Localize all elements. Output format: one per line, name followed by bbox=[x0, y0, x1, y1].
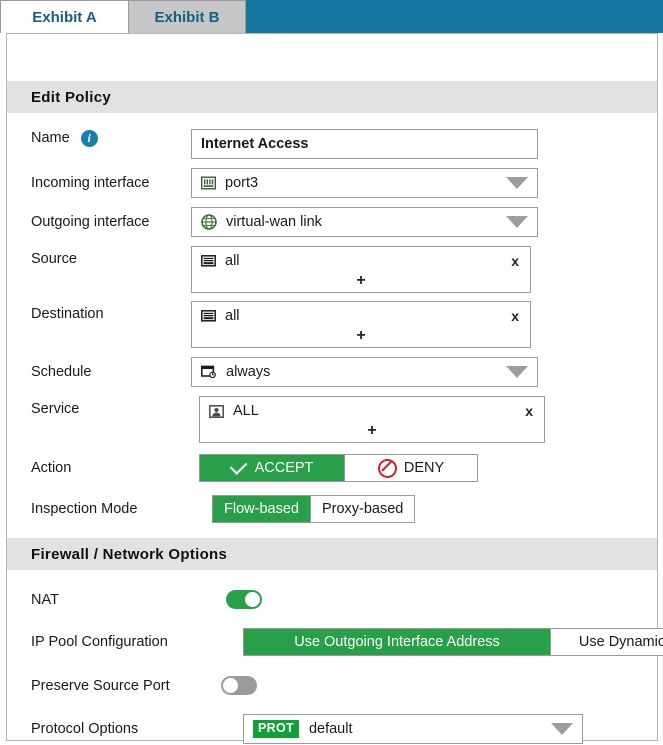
inspection-mode-flow-based-button[interactable]: Flow-based bbox=[213, 496, 310, 522]
preserve-source-port-toggle-knob bbox=[223, 678, 238, 693]
label-service: Service bbox=[31, 396, 191, 422]
incoming-interface-dropdown[interactable]: port3 bbox=[191, 168, 538, 198]
destination-item-value: all bbox=[225, 308, 240, 324]
label-incoming-interface: Incoming interface bbox=[31, 168, 191, 198]
protocol-options-dropdown[interactable]: PROT default bbox=[243, 714, 583, 744]
label-protocol-options: Protocol Options bbox=[31, 714, 243, 744]
inspection-mode-flow-based-label: Flow-based bbox=[224, 501, 299, 517]
section-title-edit-policy: Edit Policy bbox=[31, 89, 111, 106]
edit-policy-panel: Edit Policy Name i Internet Access Incom… bbox=[6, 33, 658, 741]
row-service: Service ALL x + bbox=[7, 396, 657, 443]
tab-bar-filler bbox=[246, 0, 663, 33]
label-source: Source bbox=[31, 246, 191, 272]
ip-pool-segmented-control: Use Outgoing Interface Address Use Dynam… bbox=[243, 628, 663, 656]
row-preserve-source-port: Preserve Source Port bbox=[7, 676, 657, 695]
service-multiselect[interactable]: ALL x + bbox=[199, 396, 545, 443]
label-name: Name i bbox=[31, 129, 191, 147]
row-outgoing-interface: Outgoing interface virtual-wan link bbox=[7, 207, 657, 237]
protocol-options-value: default bbox=[309, 721, 353, 737]
action-deny-label: DENY bbox=[404, 460, 444, 476]
action-deny-button[interactable]: DENY bbox=[344, 455, 477, 481]
add-destination-button[interactable]: + bbox=[192, 329, 530, 343]
deny-icon bbox=[378, 459, 397, 478]
row-ip-pool-configuration: IP Pool Configuration Use Outgoing Inter… bbox=[7, 628, 657, 656]
label-nat: NAT bbox=[31, 590, 226, 609]
ip-pool-option-1-label: Use Dynamic bbox=[579, 634, 663, 650]
remove-destination-item-button[interactable]: x bbox=[511, 307, 519, 325]
add-service-button[interactable]: + bbox=[200, 424, 544, 438]
service-object-icon bbox=[209, 405, 224, 418]
nat-toggle-knob bbox=[245, 592, 260, 607]
list-item[interactable]: all bbox=[201, 251, 521, 271]
action-accept-label: ACCEPT bbox=[255, 460, 314, 476]
remove-source-item-button[interactable]: x bbox=[511, 252, 519, 270]
list-item[interactable]: ALL bbox=[209, 401, 535, 421]
section-header-firewall-options: Firewall / Network Options bbox=[7, 538, 657, 570]
tab-exhibit-b-label: Exhibit B bbox=[154, 9, 219, 26]
outgoing-interface-dropdown[interactable]: virtual-wan link bbox=[191, 207, 538, 237]
ip-pool-use-dynamic-button[interactable]: Use Dynamic bbox=[550, 629, 663, 655]
row-nat: NAT bbox=[7, 590, 657, 609]
incoming-interface-value: port3 bbox=[225, 175, 258, 191]
destination-multiselect[interactable]: all x + bbox=[191, 301, 531, 348]
calendar-clock-icon bbox=[201, 365, 217, 379]
row-schedule: Schedule always bbox=[7, 357, 657, 387]
tab-exhibit-a-label: Exhibit A bbox=[32, 9, 96, 26]
info-icon[interactable]: i bbox=[81, 130, 98, 147]
row-source: Source all x + bbox=[7, 246, 657, 293]
protocol-badge: PROT bbox=[253, 720, 299, 738]
row-destination: Destination all x + bbox=[7, 301, 657, 348]
label-ip-pool-configuration: IP Pool Configuration bbox=[31, 628, 243, 656]
nat-toggle[interactable] bbox=[226, 590, 262, 609]
source-item-value: all bbox=[225, 253, 240, 269]
service-item-value: ALL bbox=[233, 403, 259, 419]
row-action: Action ACCEPT DENY bbox=[7, 454, 657, 482]
action-accept-button[interactable]: ACCEPT bbox=[200, 455, 344, 481]
ip-pool-option-0-label: Use Outgoing Interface Address bbox=[294, 634, 500, 650]
ip-pool-use-outgoing-interface-address-button[interactable]: Use Outgoing Interface Address bbox=[244, 629, 550, 655]
label-preserve-source-port: Preserve Source Port bbox=[31, 676, 221, 695]
source-multiselect[interactable]: all x + bbox=[191, 246, 531, 293]
schedule-value: always bbox=[226, 364, 270, 380]
address-object-icon bbox=[201, 255, 216, 268]
inspection-mode-proxy-based-button[interactable]: Proxy-based bbox=[310, 496, 414, 522]
row-incoming-interface: Incoming interface port3 bbox=[7, 168, 657, 198]
panel-top-spacer bbox=[7, 34, 657, 81]
row-protocol-options: Protocol Options PROT default bbox=[7, 714, 657, 744]
inspection-mode-proxy-based-label: Proxy-based bbox=[322, 501, 403, 517]
tab-bar: Exhibit A Exhibit B bbox=[0, 0, 663, 33]
schedule-dropdown[interactable]: always bbox=[191, 357, 538, 387]
action-segmented-control: ACCEPT DENY bbox=[199, 454, 478, 482]
section-title-firewall-options: Firewall / Network Options bbox=[31, 546, 227, 563]
outgoing-interface-value: virtual-wan link bbox=[226, 214, 322, 230]
name-input-value: Internet Access bbox=[201, 136, 308, 152]
remove-service-item-button[interactable]: x bbox=[525, 402, 533, 420]
label-destination: Destination bbox=[31, 301, 191, 327]
address-object-icon bbox=[201, 310, 216, 323]
chevron-down-icon[interactable] bbox=[506, 216, 528, 228]
preserve-source-port-toggle[interactable] bbox=[221, 676, 257, 695]
inspection-mode-segmented-control: Flow-based Proxy-based bbox=[212, 495, 415, 523]
check-icon bbox=[229, 457, 247, 475]
row-inspection-mode: Inspection Mode Flow-based Proxy-based bbox=[7, 495, 657, 523]
list-item[interactable]: all bbox=[201, 306, 521, 326]
ethernet-port-icon bbox=[201, 176, 216, 190]
name-input[interactable]: Internet Access bbox=[191, 129, 538, 159]
chevron-down-icon[interactable] bbox=[506, 366, 528, 378]
chevron-down-icon[interactable] bbox=[506, 177, 528, 189]
chevron-down-icon[interactable] bbox=[551, 723, 573, 735]
add-source-button[interactable]: + bbox=[192, 274, 530, 288]
label-inspection-mode: Inspection Mode bbox=[31, 495, 191, 523]
label-schedule: Schedule bbox=[31, 357, 191, 387]
tab-exhibit-a[interactable]: Exhibit A bbox=[0, 0, 128, 33]
label-outgoing-interface: Outgoing interface bbox=[31, 207, 191, 237]
section-header-edit-policy: Edit Policy bbox=[7, 81, 657, 113]
row-name: Name i Internet Access bbox=[7, 129, 657, 159]
label-action: Action bbox=[31, 454, 191, 482]
tab-exhibit-b[interactable]: Exhibit B bbox=[128, 0, 246, 33]
globe-icon bbox=[201, 214, 217, 230]
